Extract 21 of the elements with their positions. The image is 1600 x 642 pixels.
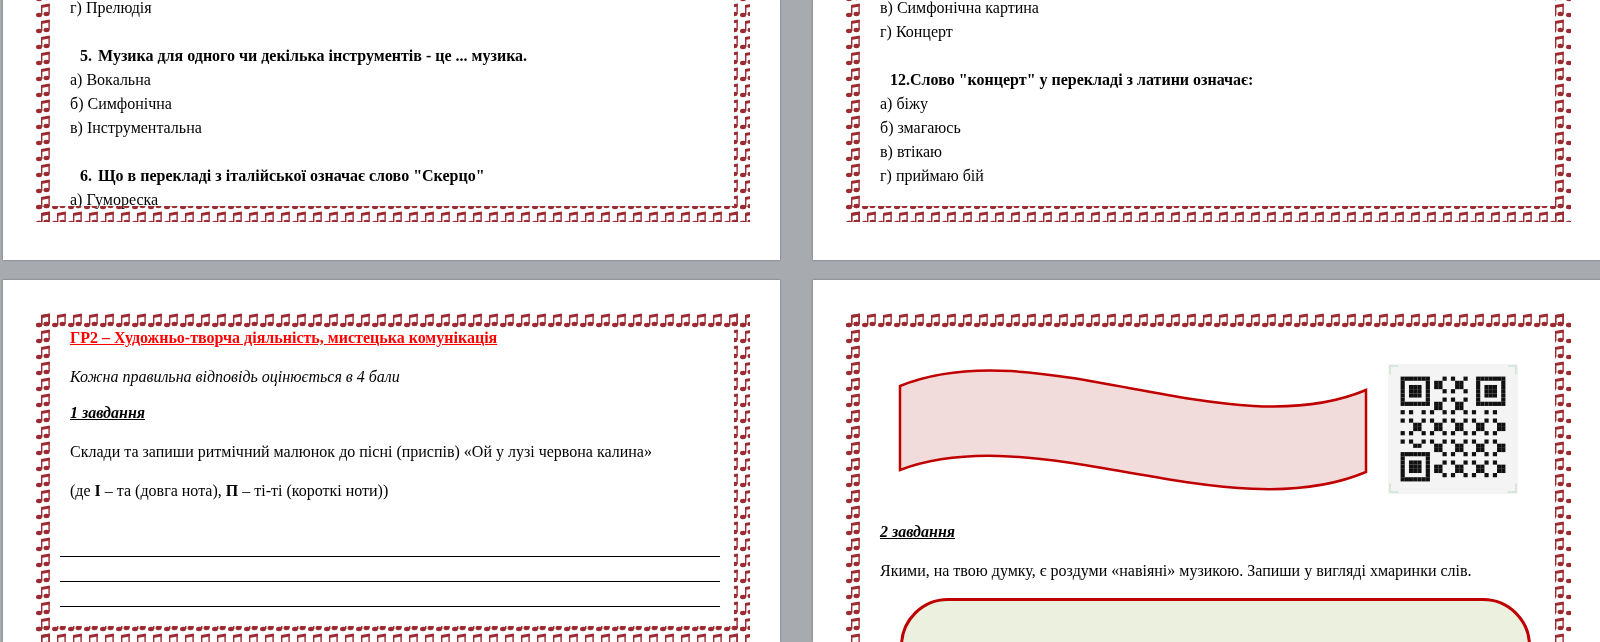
task-paragraph: Якими, на твою думку, є роздуми «навіяні» музикою. Запиши у вигляді хмаринки слів. [879, 561, 1473, 582]
task-paragraph: Склади та запиши ритмічний малюнок до пісні (приспів) «Ой у лузі червона калина» [69, 442, 653, 463]
answer-option: в) втікаю [870, 140, 1541, 164]
answer-option: г) приймаю бій [870, 164, 1541, 188]
answer-option: б) змагаюсь [870, 116, 1541, 140]
answer-option: а) Гумореска [60, 188, 720, 212]
answer-option: а) біжу [870, 92, 1541, 116]
answer-option: г) Концерт [870, 20, 1541, 44]
task-heading: 1 завдання [69, 403, 146, 423]
task-heading: 2 завдання [879, 522, 956, 542]
answer-option: г) Прелюдія [60, 0, 720, 20]
question-text: 6. Що в перекладі з італійської означає слово "Скерцо" [79, 166, 486, 187]
section-heading: ГР2 – Художньо-творча діяльність, мистецька комунікація [69, 328, 499, 349]
answer-option: а) Вокальна [60, 68, 720, 92]
question-text: 12.Слово "концерт" у перекладі з латини означає: [889, 70, 1255, 91]
task-paragraph: (де I – та (довга нота), П – ті-ті (короткі ноти)) [69, 481, 390, 502]
answer-option: в) Інструментальна [60, 116, 720, 140]
answer-option: б) Симфонічна [60, 92, 720, 116]
instruction-text: Кожна правильна відповідь оцінюється в 4 бали [69, 367, 401, 388]
answer-option: в) Симфонічна картина [870, 0, 1541, 20]
question-text: 5. Музика для одного чи декілька інструментів - це ... музика. [79, 46, 529, 67]
